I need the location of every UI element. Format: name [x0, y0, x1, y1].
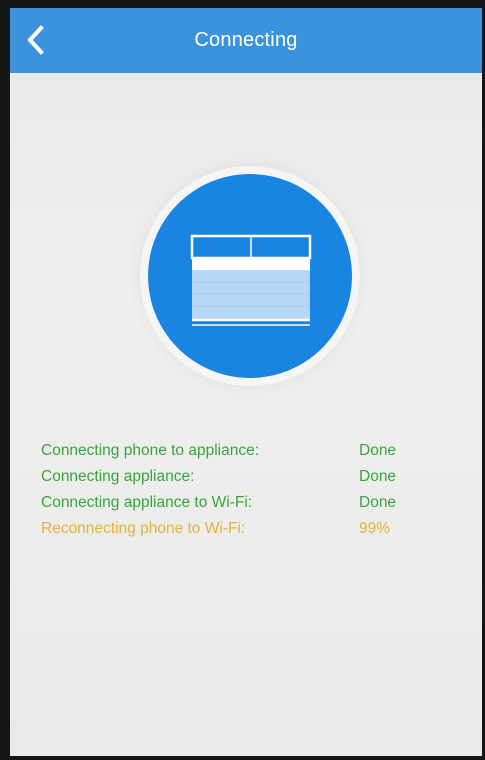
status-label: Connecting appliance to Wi-Fi: [41, 494, 253, 511]
status-value: Done [359, 442, 397, 459]
device-frame: Connecting Connecting phone to appliance… [0, 0, 485, 760]
page-title: Connecting [194, 29, 298, 51]
status-row-appliance-to-wifi: Connecting appliance to Wi-Fi: Done [41, 490, 441, 516]
status-value: Done [359, 468, 397, 485]
status-label: Reconnecting phone to Wi-Fi: [41, 520, 246, 537]
top-app-bar: Connecting [10, 8, 482, 73]
appliance-illustration [140, 166, 360, 386]
status-row-phone-to-wifi: Reconnecting phone to Wi-Fi: 99% [41, 516, 441, 542]
connection-status-list: Connecting phone to appliance: Done Conn… [41, 438, 441, 542]
appliance-circle [148, 174, 352, 378]
status-value: 99% [359, 520, 391, 537]
status-value: Done [359, 494, 397, 511]
air-conditioner-icon [190, 234, 312, 326]
status-label: Connecting appliance: [41, 468, 195, 485]
status-label: Connecting phone to appliance: [41, 442, 260, 459]
app-screen: Connecting Connecting phone to appliance… [10, 8, 482, 756]
status-row-appliance: Connecting appliance: Done [41, 464, 441, 490]
status-row-phone-to-appliance: Connecting phone to appliance: Done [41, 438, 441, 464]
